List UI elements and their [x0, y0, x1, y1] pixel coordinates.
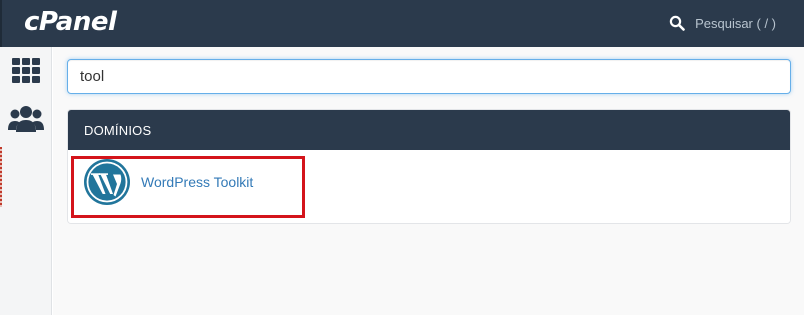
cpanel-page: cPanel Pesquisar ( / ) tool DOMÍNIOS Wor…: [0, 0, 804, 315]
global-search-label[interactable]: Pesquisar ( / ): [695, 16, 776, 31]
top-bar: cPanel Pesquisar ( / ): [0, 0, 804, 47]
grid-icon[interactable]: [11, 57, 41, 83]
search-icon[interactable]: [669, 15, 685, 31]
global-search[interactable]: Pesquisar ( / ): [669, 12, 776, 34]
rail-item-apps[interactable]: [0, 57, 52, 87]
wordpress-toolkit-label[interactable]: WordPress Toolkit: [141, 174, 253, 190]
section-title: DOMÍNIOS: [84, 122, 152, 138]
rail-item-users[interactable]: [0, 105, 52, 135]
feature-search-input[interactable]: [80, 60, 778, 93]
left-rail: [0, 47, 52, 315]
cpanel-logo[interactable]: cPanel: [24, 7, 117, 37]
rail-edge-marker: [0, 147, 2, 207]
wordpress-toolkit-link[interactable]: WordPress Toolkit: [83, 158, 253, 206]
main-content: DOMÍNIOS WordPress Toolkit: [53, 47, 804, 315]
wordpress-icon[interactable]: [83, 158, 131, 206]
search-results-panel: DOMÍNIOS WordPress Toolkit: [67, 109, 791, 224]
section-body: WordPress Toolkit: [68, 150, 790, 223]
feature-search-box[interactable]: [67, 59, 791, 94]
users-icon[interactable]: [8, 105, 44, 133]
section-header-domains: DOMÍNIOS: [68, 110, 790, 150]
